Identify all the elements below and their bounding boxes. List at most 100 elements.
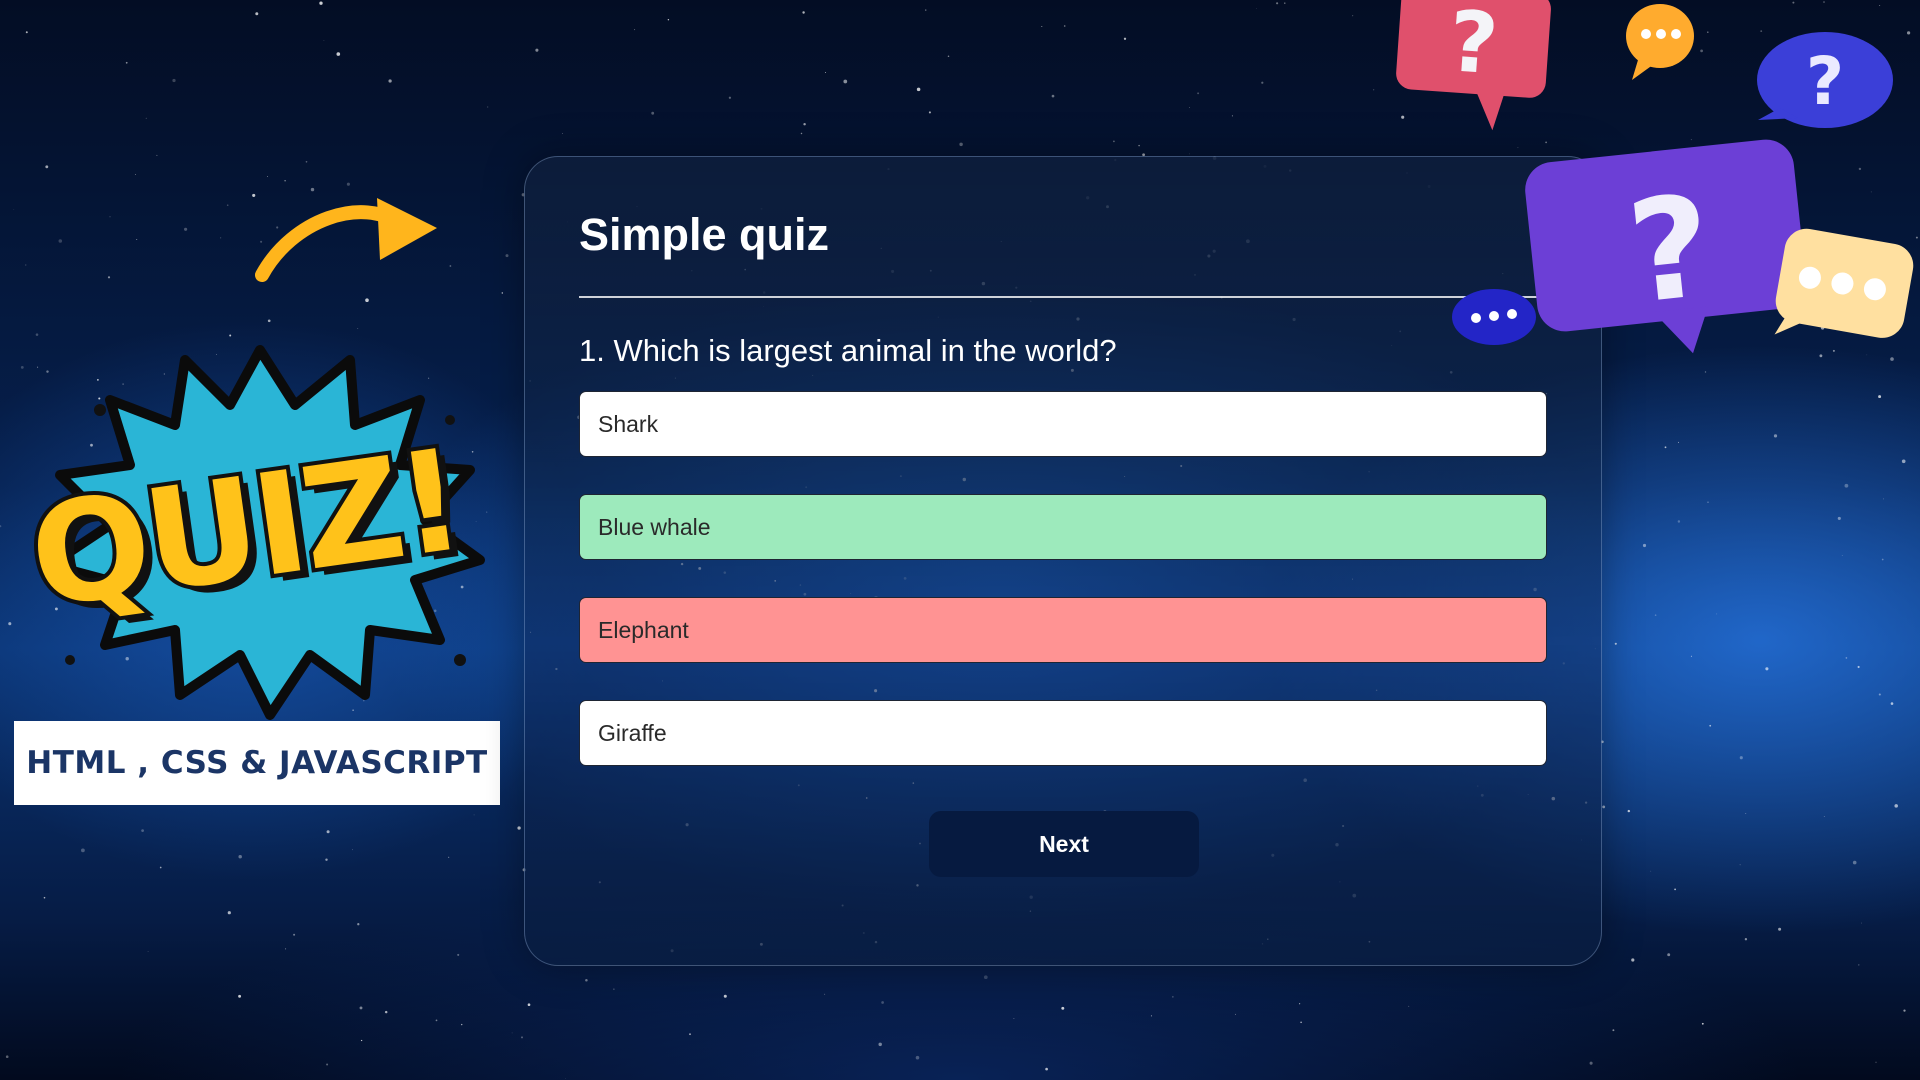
star [326,1063,329,1066]
star [45,165,49,169]
star [728,96,732,99]
star [1903,1009,1906,1012]
question-bubbles: ? ? ? [1396,0,1914,354]
star [535,48,539,52]
star [1701,1022,1704,1025]
star [689,1033,691,1036]
star [448,856,450,858]
star [925,9,927,11]
star [1664,446,1667,449]
star [881,1001,884,1004]
star [134,173,136,175]
star [43,896,46,899]
star [267,319,271,323]
star [1875,1061,1877,1064]
star [667,18,670,21]
star [357,328,359,329]
star [1678,441,1679,443]
question-mark-glyph: ? [1446,0,1501,93]
star [1113,140,1115,143]
star [1690,655,1692,657]
next-button[interactable]: Next [929,811,1199,877]
star [1051,94,1055,98]
orange-chat-bubble-icon [1626,4,1694,80]
star [1709,724,1712,727]
answer-option-3[interactable]: Elephant [579,597,1547,663]
answer-option-1[interactable]: Shark [579,391,1547,457]
star [1189,153,1190,155]
star [1013,1018,1015,1020]
star [565,1078,566,1079]
star [1172,996,1174,998]
star [1845,657,1848,659]
purple-question-bubble-icon: ? [1525,139,1806,354]
star [352,849,353,851]
star [511,1032,513,1034]
star [365,298,369,303]
star [505,254,509,258]
star [1123,37,1127,40]
blue-chat-bubble-icon [1452,289,1536,345]
star [802,11,805,14]
star [1299,1003,1301,1005]
star [1857,665,1860,669]
star [267,176,268,177]
star [1878,395,1882,399]
star [58,239,63,243]
star [238,994,242,998]
star [159,866,162,869]
star [1716,613,1718,615]
star [107,276,111,279]
star [227,911,231,915]
star [983,975,988,980]
star [1045,1067,1048,1071]
star [1773,434,1778,438]
star [1284,2,1286,4]
star [388,79,392,83]
star [1674,888,1677,891]
star [1739,864,1741,866]
star [803,122,806,126]
star [359,1006,363,1010]
star [184,227,188,231]
star [959,142,963,147]
star [1852,860,1857,865]
star [843,79,848,84]
star [220,237,222,239]
star [915,1055,920,1060]
star [384,1010,388,1014]
star [1858,964,1860,966]
star [1841,555,1843,556]
star [1861,922,1862,924]
star [1352,15,1354,17]
star [634,29,636,31]
star [255,12,259,16]
star [928,111,931,114]
star [1602,805,1606,809]
star [723,994,727,998]
answer-option-2[interactable]: Blue whale [579,494,1547,560]
star [1894,804,1898,808]
star [1627,809,1631,813]
star [916,87,921,92]
star [1631,958,1635,962]
star [5,1055,9,1058]
star [1881,558,1884,561]
star [1408,1005,1410,1007]
star [585,979,588,982]
star [141,829,144,832]
star [1261,81,1264,84]
star [651,111,655,115]
answer-option-4[interactable]: Giraffe [579,700,1547,766]
star [1642,543,1647,548]
star [1778,927,1782,931]
star [172,78,176,83]
star [136,238,138,241]
star [501,292,504,294]
question-mark-glyph: ? [1621,165,1719,336]
star [1197,92,1200,95]
star [1745,812,1747,815]
star [156,154,158,156]
star [238,854,242,859]
star [613,988,615,990]
